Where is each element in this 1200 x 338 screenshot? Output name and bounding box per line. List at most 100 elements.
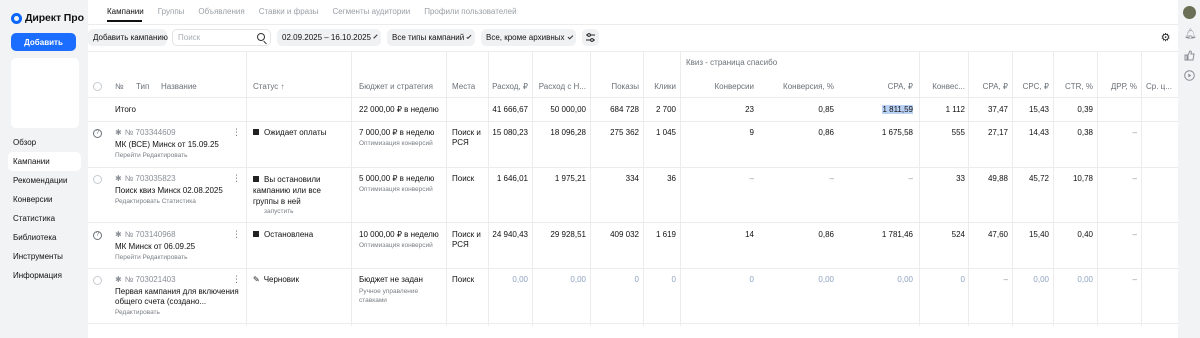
spend-vat-value: 29 928,51 <box>550 230 586 239</box>
campaign-name[interactable]: МК (ВСЕ) Минск от 15.09.25 <box>115 140 219 149</box>
add-campaign-button[interactable]: Добавить кампанию <box>88 29 168 46</box>
spend-value: 24 940,43 <box>492 230 528 239</box>
cpa-value: 1 781,46 <box>881 230 913 239</box>
cpc-value: 15,40 <box>1028 230 1049 239</box>
sidebar-item-conversions[interactable]: Конверсии <box>8 190 81 209</box>
header-conv2[interactable]: Конвес... <box>922 82 965 91</box>
star-icon[interactable]: ✱ <box>115 174 122 183</box>
total-cpa-value: 1 811,59 <box>882 105 913 114</box>
select-all-checkbox[interactable] <box>93 82 102 91</box>
row-checkbox[interactable] <box>93 276 102 285</box>
header-budget[interactable]: Бюджет и стратегия <box>359 82 433 91</box>
header-spend[interactable]: Расход, ₽ <box>492 82 528 91</box>
header-avg[interactable]: Ср. ц... <box>1146 82 1172 91</box>
total-conv-rate: 0,85 <box>818 105 834 114</box>
header-type[interactable]: Тип <box>136 82 149 91</box>
header-clicks[interactable]: Клики <box>644 82 676 91</box>
sidebar-item-info[interactable]: Информация <box>8 266 81 285</box>
tab-ads[interactable]: Объявления <box>198 6 244 20</box>
header-status[interactable]: Статус ↑ <box>253 82 285 91</box>
strategy-text: Ручное управление ставками <box>359 288 419 304</box>
status-action[interactable]: запустить <box>264 208 294 215</box>
more-icon[interactable]: ⋮ <box>232 128 241 137</box>
campaign-links[interactable]: Редактировать Статистика <box>115 198 196 205</box>
header-name[interactable]: Название <box>161 82 197 91</box>
add-button[interactable]: Добавить <box>11 33 76 51</box>
total-cpc: 15,43 <box>1028 105 1049 114</box>
more-icon[interactable]: ⋮ <box>232 174 241 183</box>
type-filter-select[interactable]: Все типы кампаний <box>387 29 475 46</box>
bell-icon[interactable]: 🔔︎ <box>1184 29 1197 40</box>
header-drr[interactable]: ДРР, % <box>1100 82 1137 91</box>
search-input[interactable]: Поиск <box>172 29 271 46</box>
cpa2-value: – <box>1003 275 1008 284</box>
campaign-links[interactable]: Редактировать <box>115 309 160 316</box>
header-impressions[interactable]: Показы <box>594 82 639 91</box>
header-cpc[interactable]: CPC, ₽ <box>1015 82 1049 91</box>
header-cpa[interactable]: CPA, ₽ <box>838 82 913 91</box>
sidebar-item-statistics[interactable]: Статистика <box>8 209 81 228</box>
campaign-links[interactable]: Перейти Редактировать <box>115 152 187 159</box>
row-checkbox[interactable] <box>93 175 102 184</box>
status-icon <box>253 176 259 183</box>
header-num[interactable]: № <box>115 82 124 91</box>
status-text: Остановлена <box>264 230 314 239</box>
tab-groups[interactable]: Группы <box>158 6 185 20</box>
sidebar-item-tools[interactable]: Инструменты <box>8 247 81 266</box>
help-icon[interactable]: ? <box>93 129 102 138</box>
more-icon[interactable]: ⋮ <box>232 230 241 239</box>
tab-campaigns[interactable]: Кампании <box>107 6 144 20</box>
header-conv-rate[interactable]: Конверсия, % <box>758 82 834 91</box>
archive-filter-select[interactable]: Все, кроме архивных <box>481 29 576 46</box>
play-icon[interactable] <box>1184 70 1195 81</box>
tab-bids[interactable]: Ставки и фразы <box>259 6 319 20</box>
more-icon[interactable]: ⋮ <box>232 275 241 284</box>
filter-settings-button[interactable] <box>582 29 599 46</box>
date-range-select[interactable]: 02.09.2025 – 16.10.2025 <box>277 29 381 46</box>
cpa2-value: 47,60 <box>987 230 1008 239</box>
conversions-value: 14 <box>745 230 754 239</box>
campaign-id[interactable]: ✱ № 703344609 <box>115 128 176 137</box>
star-icon[interactable]: ✱ <box>115 275 122 284</box>
impressions-value: 409 032 <box>610 230 639 239</box>
star-icon[interactable]: ✱ <box>115 128 122 137</box>
campaign-id[interactable]: ✱ № 703140968 <box>115 230 176 239</box>
campaign-id[interactable]: ✱ № 703021403 <box>115 275 176 284</box>
total-label: Итого <box>115 105 136 114</box>
avatar[interactable] <box>1183 6 1196 19</box>
search-icon <box>257 33 265 41</box>
total-budget: 22 000,00 ₽ в неделю <box>359 105 439 114</box>
header-places[interactable]: Места <box>452 82 475 91</box>
status-icon <box>253 231 259 238</box>
cpc-value: 0,00 <box>1033 275 1049 284</box>
sidebar-item-overview[interactable]: Обзор <box>8 133 81 152</box>
header-spend-vat[interactable]: Расход с Н... <box>536 82 586 91</box>
gear-icon[interactable]: ⚙ <box>1157 29 1174 46</box>
thumb-up-icon[interactable] <box>1184 50 1195 61</box>
campaign-name[interactable]: МК Минск от 06.09.25 <box>115 242 195 251</box>
logo[interactable]: Директ Про <box>11 11 84 25</box>
tab-profiles[interactable]: Профили пользователей <box>424 6 516 20</box>
header-conversions[interactable]: Конверсии <box>688 82 754 91</box>
sidebar-item-recommendations[interactable]: Рекомендации <box>8 171 81 190</box>
spend-vat-value: 1 975,21 <box>554 174 586 183</box>
campaign-name[interactable]: Поиск квиз Минск 02.08.2025 <box>115 186 223 195</box>
places-value: Поиск и РСЯ <box>452 230 481 249</box>
tab-segments[interactable]: Сегменты аудитории <box>332 6 410 20</box>
header-ctr[interactable]: CTR, % <box>1056 82 1093 91</box>
campaign-name[interactable]: Первая кампания для включения общего сче… <box>115 287 240 307</box>
budget-value[interactable]: 10 000,00 ₽ в неделю <box>359 230 439 239</box>
row-divider <box>88 121 1178 122</box>
campaign-id-text: № 703344609 <box>124 128 176 137</box>
budget-value[interactable]: 5 000,00 ₽ в неделю <box>359 174 434 183</box>
help-icon[interactable]: ? <box>93 231 102 240</box>
campaign-id[interactable]: ✱ № 703035823 <box>115 174 176 183</box>
sidebar: Директ Про Добавить Обзор Кампании Реком… <box>0 0 88 338</box>
budget-value[interactable]: 7 000,00 ₽ в неделю <box>359 128 434 137</box>
star-icon[interactable]: ✱ <box>115 230 122 239</box>
header-cpa2[interactable]: CPA, ₽ <box>971 82 1008 91</box>
campaign-links[interactable]: Перейти Редактировать <box>115 254 187 261</box>
sidebar-item-campaigns[interactable]: Кампании <box>8 152 81 171</box>
sidebar-item-library[interactable]: Библиотека <box>8 228 81 247</box>
budget-value[interactable]: Бюджет не задан <box>359 275 423 284</box>
